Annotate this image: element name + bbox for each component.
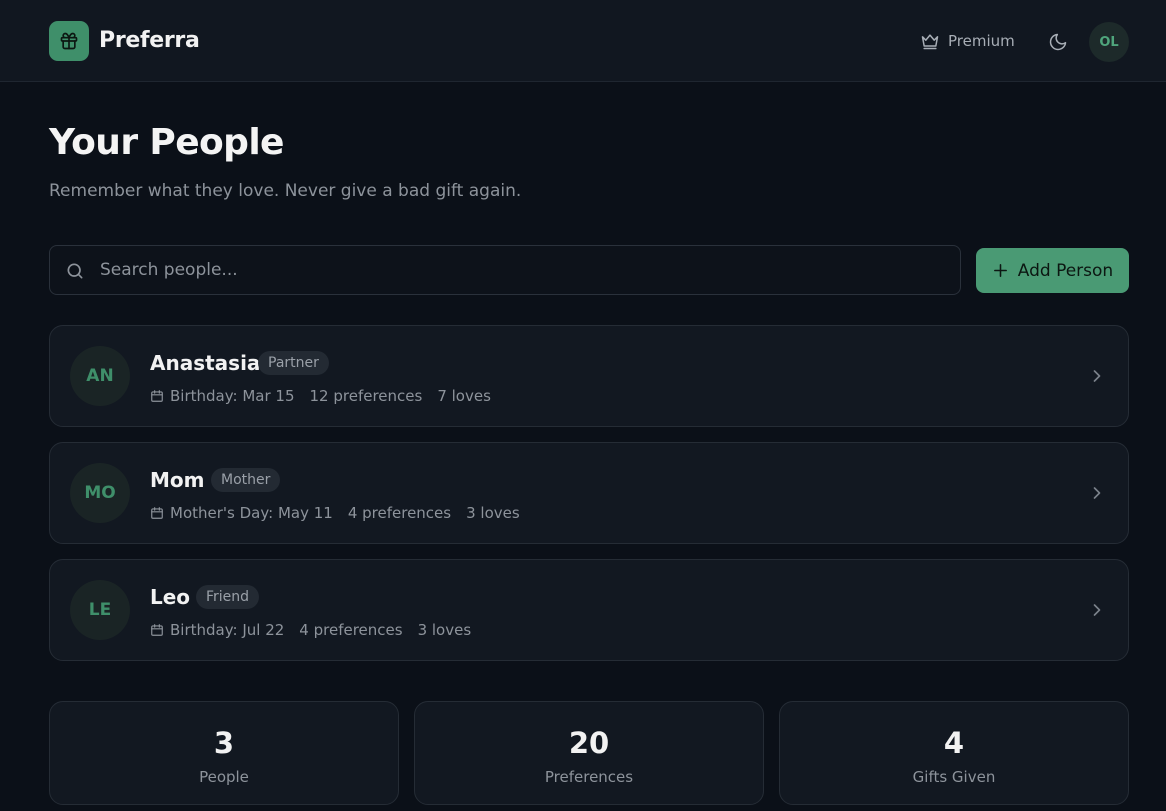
person-date: Birthday: Jul 22 — [150, 621, 284, 639]
stat-gifts-given: 4 Gifts Given — [779, 701, 1129, 805]
person-meta: Mother's Day: May 11 4 preferences 3 lov… — [150, 503, 520, 523]
calendar-icon — [151, 624, 163, 636]
stat-label: Gifts Given — [912, 768, 996, 786]
premium-button[interactable]: Premium — [920, 30, 1015, 52]
relation-badge: Friend — [196, 585, 260, 609]
person-name: Mom — [150, 468, 205, 492]
relation-badge: Mother — [211, 468, 281, 492]
stat-value: 4 — [943, 726, 965, 760]
person-avatar: AN — [70, 346, 130, 406]
calendar-icon — [151, 390, 163, 402]
date-text: Mother's Day: May 11 — [170, 504, 333, 522]
person-avatar: LE — [70, 580, 130, 640]
date-text: Birthday: Mar 15 — [170, 387, 295, 405]
person-meta: Birthday: Jul 22 4 preferences 3 loves — [150, 620, 471, 640]
stat-people: 3 People — [49, 701, 399, 805]
brand-name[interactable]: Preferra — [99, 28, 200, 53]
gift-icon[interactable] — [49, 21, 89, 61]
user-avatar[interactable]: OL — [1089, 22, 1129, 62]
person-name: Leo — [150, 585, 191, 609]
love-count: 3 loves — [466, 504, 520, 522]
person-card-anastasia[interactable]: AN Anastasia Partner Birthday: Mar 15 12… — [49, 325, 1129, 427]
stat-value: 20 — [568, 726, 610, 760]
theme-toggle-button[interactable] — [1046, 30, 1070, 54]
person-card-mom[interactable]: MO Mom Mother Mother's Day: May 11 4 pre… — [49, 442, 1129, 544]
preference-count: 4 preferences — [347, 504, 452, 522]
chevron-right-icon — [1093, 604, 1101, 616]
search-input[interactable] — [100, 246, 950, 294]
premium-label: Premium — [948, 32, 1015, 50]
stat-preferences: 20 Preferences — [414, 701, 764, 805]
plus-icon — [993, 264, 1007, 277]
calendar-icon — [151, 507, 163, 519]
person-meta: Birthday: Mar 15 12 preferences 7 loves — [150, 386, 491, 406]
preference-count: 4 preferences — [299, 621, 403, 639]
person-card-leo[interactable]: LE Leo Friend Birthday: Jul 22 4 prefere… — [49, 559, 1129, 661]
app-header: Preferra Premium OL — [0, 0, 1166, 82]
preference-count: 12 preferences — [309, 387, 423, 405]
stat-label: People — [199, 768, 249, 786]
crown-icon — [921, 34, 939, 50]
stat-label: Preferences — [544, 768, 634, 786]
search-icon — [67, 263, 83, 279]
person-date: Mother's Day: May 11 — [150, 504, 333, 522]
add-person-label: Add Person — [1017, 260, 1114, 281]
love-count: 3 loves — [417, 621, 472, 639]
relation-badge: Partner — [258, 351, 329, 375]
moon-icon — [1049, 33, 1067, 51]
person-avatar: MO — [70, 463, 130, 523]
person-name: Anastasia — [150, 351, 261, 375]
page-subtitle: Remember what they love. Never give a ba… — [49, 181, 522, 201]
stat-value: 3 — [213, 726, 235, 760]
person-date: Birthday: Mar 15 — [150, 387, 295, 405]
date-text: Birthday: Jul 22 — [170, 621, 285, 639]
love-count: 7 loves — [437, 387, 491, 405]
page-title: Your People — [49, 122, 284, 163]
search-bar — [49, 245, 961, 295]
chevron-right-icon — [1093, 370, 1101, 382]
chevron-right-icon — [1093, 487, 1101, 499]
add-person-button[interactable]: Add Person — [976, 248, 1129, 293]
